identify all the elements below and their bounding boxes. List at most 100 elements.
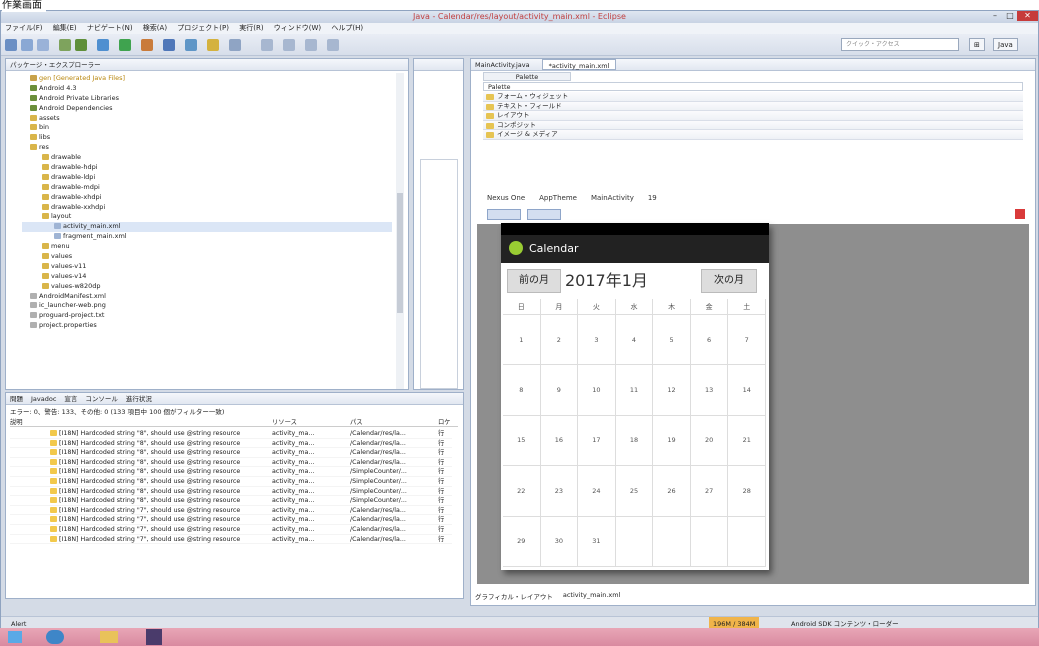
palette-category[interactable]: レイアウト bbox=[483, 111, 1023, 121]
day-cell[interactable]: 27 bbox=[690, 466, 729, 517]
day-cell[interactable]: 31 bbox=[578, 516, 616, 567]
new-icon[interactable] bbox=[5, 39, 17, 51]
avd-icon[interactable] bbox=[75, 39, 87, 51]
tree-item[interactable]: values-v11 bbox=[22, 262, 392, 272]
tab-console[interactable]: コンソール bbox=[85, 393, 118, 404]
tree-item[interactable]: Android 4.3 bbox=[22, 84, 392, 94]
palette-category[interactable]: イメージ & メディア bbox=[483, 130, 1023, 140]
problem-row[interactable]: [I18N] Hardcoded string "8", should use … bbox=[10, 458, 452, 468]
day-cell[interactable]: 14 bbox=[728, 365, 766, 416]
tree-item[interactable]: activity_main.xml bbox=[22, 222, 392, 233]
day-cell[interactable]: 23 bbox=[540, 466, 579, 517]
print-icon[interactable] bbox=[37, 39, 49, 51]
tree-item[interactable]: drawable-xhdpi bbox=[22, 193, 392, 203]
day-cell[interactable]: 28 bbox=[728, 466, 766, 517]
tree-item[interactable]: drawable-ldpi bbox=[22, 173, 392, 183]
palette-category[interactable]: テキスト・フィールド bbox=[483, 101, 1023, 111]
search-icon[interactable] bbox=[229, 39, 241, 51]
tab-problems[interactable]: 問題 bbox=[10, 393, 23, 404]
day-cell[interactable]: 13 bbox=[690, 365, 729, 416]
tree-item[interactable]: res bbox=[22, 143, 392, 153]
tree-item[interactable]: assets bbox=[22, 114, 392, 124]
day-cell[interactable]: 9 bbox=[540, 365, 579, 416]
tree-item[interactable]: values-v14 bbox=[22, 272, 392, 282]
problem-row[interactable]: [I18N] Hardcoded string "8", should use … bbox=[10, 429, 452, 439]
tree-item[interactable]: values bbox=[22, 252, 392, 262]
day-cell[interactable]: 6 bbox=[690, 315, 729, 366]
day-cell[interactable]: 21 bbox=[728, 415, 766, 467]
palette-filter[interactable]: Palette bbox=[483, 82, 1023, 91]
package-explorer-tab[interactable]: パッケージ・エクスプローラー bbox=[6, 59, 408, 71]
close-button[interactable]: ✕ bbox=[1017, 11, 1038, 21]
day-cell[interactable]: 16 bbox=[540, 415, 579, 467]
menu-navigate[interactable]: ナビゲート(N) bbox=[87, 24, 133, 32]
tree-item[interactable]: drawable bbox=[22, 153, 392, 163]
menu-run[interactable]: 実行(R) bbox=[239, 24, 263, 32]
perspective-java[interactable]: Java bbox=[993, 38, 1018, 51]
forward-icon[interactable] bbox=[327, 39, 339, 51]
col-description[interactable]: 説明 bbox=[10, 417, 23, 426]
day-cell[interactable]: 20 bbox=[690, 415, 729, 467]
tree-item[interactable]: drawable-hdpi bbox=[22, 163, 392, 173]
emulate-size-icon[interactable] bbox=[487, 209, 521, 220]
next-annotation-icon[interactable] bbox=[261, 39, 273, 51]
tree-item[interactable]: menu bbox=[22, 242, 392, 252]
tree-item[interactable]: fragment_main.xml bbox=[22, 232, 392, 242]
tab-javadoc[interactable]: Javadoc bbox=[31, 393, 56, 404]
minimize-button[interactable]: – bbox=[987, 11, 1003, 21]
day-cell[interactable] bbox=[728, 516, 766, 567]
tree-item[interactable]: values-w820dp bbox=[22, 282, 392, 292]
day-cell[interactable]: 8 bbox=[503, 365, 541, 416]
tab-mainactivity-java[interactable]: MainActivity.java bbox=[475, 59, 530, 70]
ie-icon[interactable] bbox=[46, 630, 64, 644]
col-resource[interactable]: リソース bbox=[272, 417, 297, 426]
tab-graphical-layout[interactable]: グラフィカル・レイアウト bbox=[475, 591, 553, 603]
menu-project[interactable]: プロジェクト(P) bbox=[177, 24, 229, 32]
palette-category[interactable]: コンポジット bbox=[483, 120, 1023, 130]
outline-tab[interactable] bbox=[414, 59, 463, 71]
problem-row[interactable]: [I18N] Hardcoded string "8", should use … bbox=[10, 487, 452, 497]
back-icon[interactable] bbox=[305, 39, 317, 51]
tree-item[interactable]: Android Private Libraries bbox=[22, 94, 392, 104]
col-path[interactable]: パス bbox=[350, 417, 363, 426]
external-tools-icon[interactable] bbox=[141, 39, 153, 51]
menu-edit[interactable]: 編集(E) bbox=[53, 24, 77, 32]
run-icon[interactable] bbox=[119, 39, 131, 51]
tree-scrollbar[interactable] bbox=[396, 73, 404, 389]
day-cell[interactable]: 18 bbox=[615, 415, 654, 467]
prev-annotation-icon[interactable] bbox=[283, 39, 295, 51]
tab-declaration[interactable]: 宣言 bbox=[64, 393, 77, 404]
problem-row[interactable]: [I18N] Hardcoded string "8", should use … bbox=[10, 477, 452, 487]
day-cell[interactable] bbox=[690, 516, 729, 567]
day-cell[interactable]: 5 bbox=[653, 315, 691, 366]
day-cell[interactable]: 12 bbox=[653, 365, 691, 416]
problem-row[interactable]: [I18N] Hardcoded string "8", should use … bbox=[10, 467, 452, 477]
tree-item[interactable]: libs bbox=[22, 133, 392, 143]
tree-item[interactable]: AndroidManifest.xml bbox=[22, 292, 392, 302]
problem-row[interactable]: [I18N] Hardcoded string "7", should use … bbox=[10, 515, 452, 525]
error-icon[interactable] bbox=[1015, 209, 1025, 219]
menu-help[interactable]: ヘルプ(H) bbox=[331, 24, 363, 32]
day-cell[interactable]: 10 bbox=[578, 365, 616, 416]
problem-row[interactable]: [I18N] Hardcoded string "7", should use … bbox=[10, 506, 452, 516]
maximize-button[interactable]: □ bbox=[1003, 11, 1017, 21]
day-cell[interactable]: 4 bbox=[615, 315, 654, 366]
tree-item[interactable]: gen [Generated Java Files] bbox=[22, 74, 392, 84]
prev-month-button[interactable]: 前の月 bbox=[507, 269, 561, 293]
tab-progress[interactable]: 進行状況 bbox=[126, 393, 152, 404]
problem-row[interactable]: [I18N] Hardcoded string "8", should use … bbox=[10, 439, 452, 449]
explorer-icon[interactable] bbox=[100, 631, 118, 643]
day-cell[interactable]: 24 bbox=[578, 466, 616, 517]
device-menu[interactable]: Nexus One bbox=[487, 191, 525, 205]
start-icon[interactable] bbox=[8, 631, 22, 643]
layout-actions-icon[interactable] bbox=[527, 209, 561, 220]
menu-search[interactable]: 検索(A) bbox=[143, 24, 167, 32]
activity-menu[interactable]: MainActivity bbox=[591, 191, 634, 205]
day-cell[interactable]: 29 bbox=[503, 516, 541, 567]
day-cell[interactable]: 7 bbox=[728, 315, 766, 366]
day-cell[interactable] bbox=[653, 516, 691, 567]
new-package-icon[interactable] bbox=[163, 39, 175, 51]
palette-category[interactable]: フォーム・ウィジェット bbox=[483, 92, 1023, 102]
tree-item[interactable]: layout bbox=[22, 212, 392, 222]
theme-menu[interactable]: AppTheme bbox=[539, 191, 577, 205]
